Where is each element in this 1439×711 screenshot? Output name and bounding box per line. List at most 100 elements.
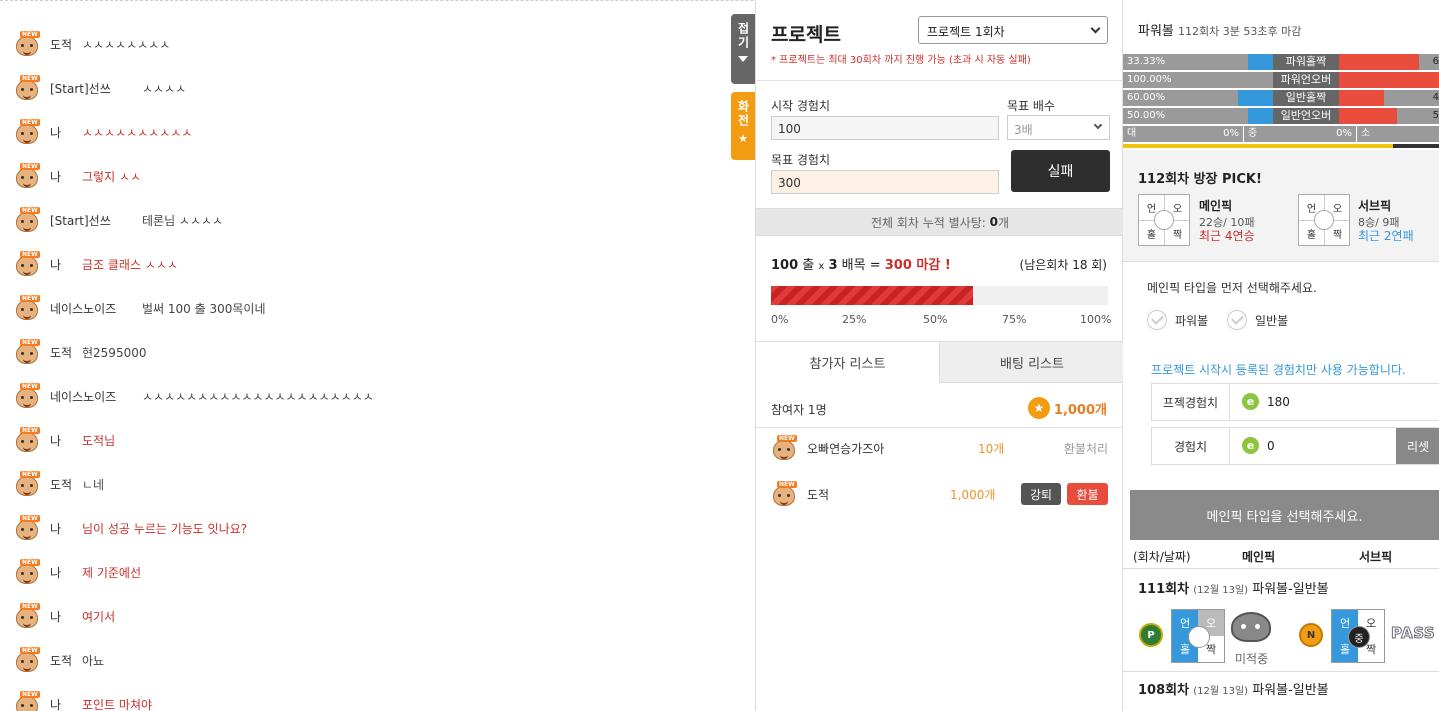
history-round: 111회차 (12월 13일) 파워볼-일반볼: [1138, 578, 1329, 597]
chat-username[interactable]: 도적: [50, 344, 82, 361]
kick-button[interactable]: 강퇴: [1021, 483, 1061, 505]
reset-button[interactable]: 리셋: [1396, 428, 1439, 464]
powerball-header: 파워볼 112회차 3분 53초후 마감: [1138, 20, 1301, 39]
sub-pick-grid: 언 오 홀 짝: [1298, 194, 1350, 246]
avatar[interactable]: NEW: [14, 207, 40, 233]
chat-message: NEW 나 제 기준에선: [14, 557, 141, 587]
history-round-date: (12월 13일): [1193, 585, 1249, 596]
multiplier-select[interactable]: 3배: [1007, 115, 1110, 140]
start-exp-input[interactable]: 100: [771, 116, 999, 140]
size-large: 대 0%: [1123, 126, 1243, 142]
round-select[interactable]: 프로젝트 1회차: [918, 16, 1108, 44]
powerball-panel: 파워볼 112회차 3분 53초후 마감 대 0% 중 0% 소 112회차 방…: [1123, 0, 1439, 711]
new-badge: NEW: [20, 471, 40, 478]
progress-tick-label: 25%: [842, 313, 867, 326]
participant-amount: 10개: [978, 441, 1005, 456]
exp-e-icon: e: [1242, 437, 1259, 454]
chat-username[interactable]: 네이스노이즈: [50, 300, 128, 317]
chat-text: 벌써 100 출 300목이네: [142, 301, 266, 316]
tab-participants[interactable]: 참가자 리스트: [756, 341, 940, 383]
fold-tab[interactable]: 접기: [731, 14, 755, 84]
option-powerball[interactable]: 파워볼: [1147, 310, 1208, 330]
chat-message: NEW 나 여기서: [14, 601, 115, 631]
stat-red-bar: [1339, 108, 1397, 124]
progress-tick-label: 50%: [923, 313, 948, 326]
chat-text: 제 기준에선: [82, 565, 142, 580]
goal-x: x: [818, 261, 825, 272]
chat-username[interactable]: 나: [50, 432, 82, 449]
option-powerball-label: 파워볼: [1175, 313, 1209, 328]
fullscreen-tab[interactable]: 화전 ★: [731, 92, 755, 160]
power-ball-badge: P: [1139, 623, 1163, 647]
avatar[interactable]: NEW: [14, 383, 40, 409]
avatar[interactable]: NEW: [14, 119, 40, 145]
chat-message: NEW 나 포인트 마쳐야: [14, 689, 152, 711]
chat-username[interactable]: 나: [50, 564, 82, 581]
divider: [1123, 568, 1439, 569]
chat-username[interactable]: [Start]선쓰: [50, 212, 128, 229]
participant-name: 도적: [807, 487, 830, 502]
refund-button[interactable]: 환불: [1067, 483, 1108, 505]
size-mid-label: 중: [1248, 128, 1258, 139]
chat-message: NEW 네이스노이즈 벌써 100 출 300목이네: [14, 293, 266, 323]
project-panel: 프로젝트 프로젝트 1회차 * 프로젝트는 최대 30회차 까지 진행 가능 (…: [755, 0, 1124, 711]
exp-value[interactable]: e 0: [1242, 437, 1275, 454]
avatar[interactable]: NEW: [14, 251, 40, 277]
cumulative-label: 전체 회차 누적 별사탕:: [870, 215, 986, 230]
divider: [1123, 671, 1439, 672]
size-stat-row: 대 0% 중 0% 소: [1123, 126, 1439, 142]
fail-button[interactable]: 실패: [1011, 150, 1110, 192]
avatar[interactable]: NEW: [14, 31, 40, 57]
history-round-date: (12월 13일): [1193, 686, 1249, 697]
mid-marker: 중: [1348, 626, 1370, 648]
chat-username[interactable]: 나: [50, 520, 82, 537]
chat-username[interactable]: 네이스노이즈: [50, 388, 128, 405]
star-coin-icon: ★: [1027, 397, 1050, 419]
participant-status: 환불처리: [1063, 441, 1108, 456]
history-round-type: 파워볼-일반볼: [1252, 683, 1329, 698]
multiplier-value: 3배: [1014, 123, 1033, 137]
chat-username[interactable]: 나: [50, 124, 82, 141]
chat-message: NEW 도적 현2595000: [14, 337, 146, 367]
stat-left-pct: 33.33%: [1123, 54, 1223, 70]
option-normalball[interactable]: 일반볼: [1227, 310, 1288, 330]
chat-message: NEW 도적 아뇨: [14, 645, 104, 675]
avatar[interactable]: NEW: [14, 471, 40, 497]
avatar[interactable]: NEW: [14, 339, 40, 365]
new-badge: NEW: [20, 31, 40, 38]
avatar[interactable]: NEW: [14, 647, 40, 673]
avatar[interactable]: NEW: [14, 603, 40, 629]
chat-username[interactable]: 도적: [50, 652, 82, 669]
stat-right-value: 5: [1432, 110, 1439, 121]
chat-text: 금조 클래스 ㅅㅅㅅ: [82, 257, 178, 272]
target-exp-label: 목표 경험치: [771, 153, 831, 167]
chat-username[interactable]: 도적: [50, 476, 82, 493]
target-exp-input[interactable]: 300: [771, 170, 999, 194]
new-badge: NEW: [20, 691, 40, 698]
project-title: 프로젝트: [771, 24, 841, 46]
chat-message: NEW 나 ㅅㅅㅅㅅㅅㅅㅅㅅㅅㅅ: [14, 117, 192, 147]
new-badge: NEW: [777, 481, 797, 488]
avatar[interactable]: NEW: [14, 427, 40, 453]
chat-message: NEW 나 님이 성공 누르는 기능도 잇나요?: [14, 513, 247, 543]
tab-bets[interactable]: 배팅 리스트: [940, 341, 1124, 383]
chevron-down-icon: [1093, 120, 1103, 130]
avatar[interactable]: NEW: [14, 691, 40, 711]
chat-username[interactable]: 나: [50, 168, 82, 185]
chat-panel: NEW 도적 ㅅㅅㅅㅅㅅㅅㅅㅅ NEW [Start]선쓰 ㅅㅅㅅㅅ NEW 나 ㅅㅅㅅㅅㅅㅅㅅ…: [0, 0, 730, 711]
chat-username[interactable]: 나: [50, 608, 82, 625]
project-exp-label: 프젝경험치: [1152, 384, 1230, 420]
chat-message: NEW 나 도적님: [14, 425, 115, 455]
chat-username[interactable]: [Start]선쓰: [50, 80, 128, 97]
participant-row: NEW 오빠연승가즈아 10개 환불처리: [771, 433, 1108, 463]
avatar[interactable]: NEW: [14, 75, 40, 101]
avatar[interactable]: NEW: [14, 163, 40, 189]
chat-text: ㅅㅅㅅㅅㅅㅅㅅㅅ: [82, 37, 171, 52]
avatar[interactable]: NEW: [14, 295, 40, 321]
chat-username[interactable]: 도적: [50, 36, 82, 53]
avatar[interactable]: NEW: [14, 559, 40, 585]
stat-label: 일반언오버: [1273, 108, 1339, 124]
chat-username[interactable]: 나: [50, 256, 82, 273]
avatar[interactable]: NEW: [14, 515, 40, 541]
chat-username[interactable]: 나: [50, 696, 82, 711]
